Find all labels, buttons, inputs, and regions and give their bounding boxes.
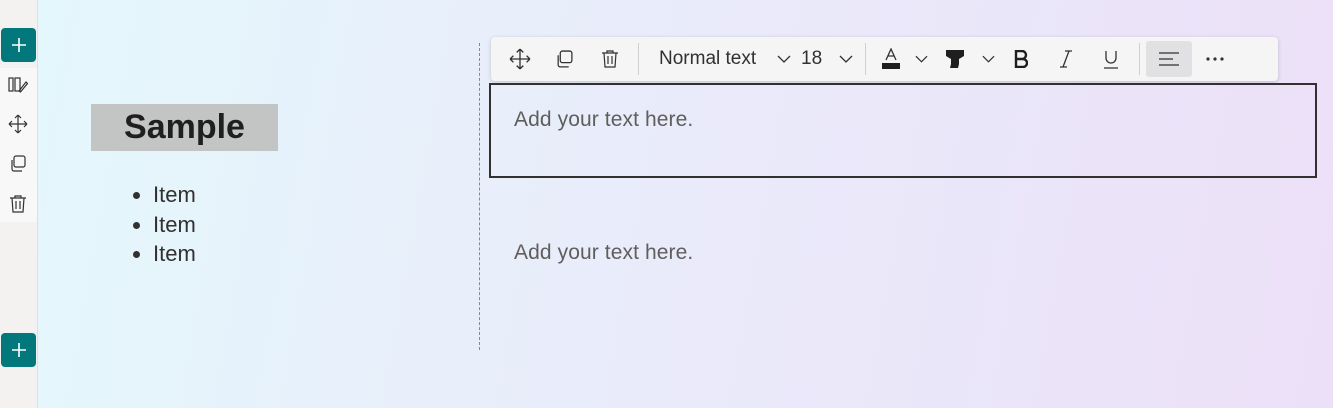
- duplicate-section-button[interactable]: [5, 151, 31, 177]
- duplicate-webpart-button[interactable]: [542, 41, 587, 77]
- chevron-down-icon: [915, 55, 927, 63]
- move-webpart-button[interactable]: [497, 41, 542, 77]
- move-section-button[interactable]: [5, 111, 31, 137]
- chevron-down-icon: [982, 55, 994, 63]
- text-placeholder[interactable]: Add your text here.: [514, 108, 693, 132]
- align-left-icon: [1159, 52, 1179, 66]
- column-divider: [479, 43, 480, 350]
- italic-icon: [1059, 50, 1072, 68]
- underline-icon: [1103, 50, 1118, 69]
- heading-text: Sample: [124, 108, 245, 146]
- add-section-bottom-button[interactable]: [1, 333, 36, 367]
- bullet-list[interactable]: Item Item Item: [113, 180, 196, 269]
- italic-button[interactable]: [1043, 41, 1088, 77]
- bold-button[interactable]: [998, 41, 1043, 77]
- font-color-button[interactable]: [872, 41, 910, 77]
- duplicate-icon: [557, 49, 573, 68]
- more-options-button[interactable]: [1192, 41, 1237, 77]
- duplicate-icon: [11, 155, 26, 172]
- plus-icon: [11, 343, 26, 357]
- bold-icon: [1014, 50, 1028, 68]
- font-size-value: 18: [801, 48, 823, 69]
- trash-icon: [601, 50, 618, 68]
- toolbar-separator: [638, 43, 639, 75]
- list-item: Item: [153, 239, 196, 269]
- chevron-down-icon: [777, 55, 791, 63]
- plus-icon: [11, 38, 26, 52]
- add-section-top-button[interactable]: [1, 28, 36, 62]
- move-icon: [509, 48, 530, 70]
- toolbar-separator: [1139, 43, 1140, 75]
- text-style-value: Normal text: [659, 48, 757, 69]
- underline-button[interactable]: [1088, 41, 1133, 77]
- move-icon: [8, 114, 28, 134]
- heading-webpart[interactable]: Sample: [91, 104, 278, 151]
- highlight-color-dropdown[interactable]: [978, 41, 998, 77]
- delete-section-button[interactable]: [5, 191, 31, 217]
- font-color-dropdown[interactable]: [910, 41, 932, 77]
- list-item: Item: [153, 180, 196, 210]
- list-item: Item: [153, 210, 196, 240]
- edit-section-button[interactable]: [5, 72, 31, 98]
- section-rail: [0, 0, 38, 408]
- font-color-icon: [882, 48, 900, 69]
- toolbar-separator: [865, 43, 866, 75]
- highlight-color-button[interactable]: [932, 41, 978, 77]
- text-formatting-toolbar: Normal text 18: [491, 37, 1278, 81]
- align-left-button[interactable]: [1146, 41, 1192, 77]
- text-style-dropdown[interactable]: Normal text: [645, 41, 795, 77]
- edit-section-icon: [8, 77, 28, 93]
- text-placeholder[interactable]: Add your text here.: [514, 241, 693, 265]
- highlighter-icon: [946, 50, 964, 68]
- trash-icon: [10, 195, 26, 213]
- chevron-down-icon: [839, 55, 853, 63]
- more-icon: [1205, 57, 1224, 61]
- delete-webpart-button[interactable]: [587, 41, 632, 77]
- font-size-dropdown[interactable]: 18: [795, 41, 859, 77]
